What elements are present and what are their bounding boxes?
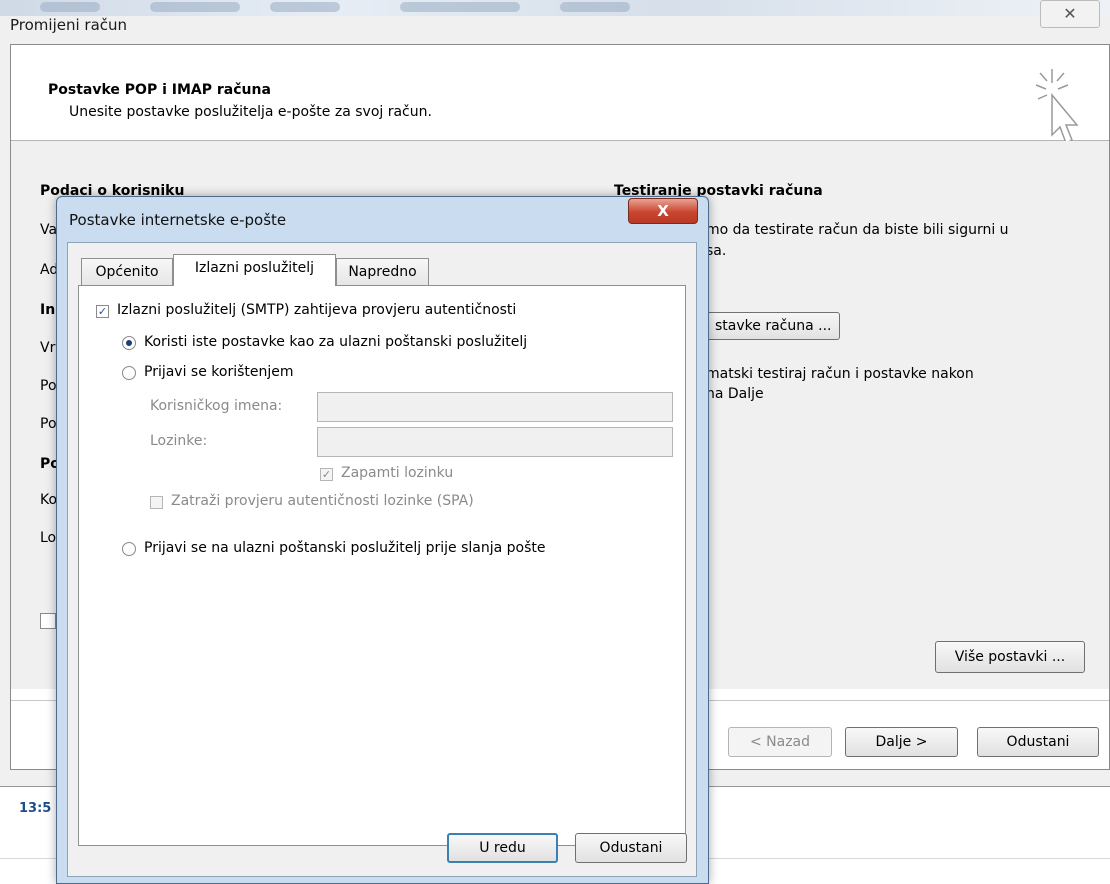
next-button[interactable]: Dalje >	[845, 727, 958, 757]
tab-general[interactable]: Općenito	[81, 258, 173, 285]
wand-cursor-icon	[1035, 69, 1079, 145]
obscured-label: Lo	[40, 530, 57, 546]
obscured-checkbox[interactable]	[40, 613, 56, 629]
more-settings-button[interactable]: Više postavki ...	[935, 641, 1085, 673]
test-account-settings-button[interactable]: stavke računa ...	[706, 312, 841, 340]
auto-test-text-line1: matski testiraj račun i postavke nakon	[706, 366, 974, 382]
same-settings-label: Koristi iste postavke kao za ulazni pošt…	[144, 334, 528, 350]
obscured-label: Po	[40, 416, 57, 432]
dialog-cancel-button[interactable]: Odustani	[575, 833, 687, 863]
username-label: Korisničkog imena:	[150, 398, 283, 414]
tab-outgoing-server[interactable]: Izlazni poslužitelj	[173, 254, 336, 286]
spa-checkbox[interactable]	[150, 496, 163, 509]
remember-password-label: Zapamti lozinku	[341, 465, 454, 481]
back-button[interactable]: < Nazad	[728, 727, 832, 757]
test-description-line1: mo da testirate račun da biste bili sigu…	[706, 222, 1009, 238]
username-field[interactable]	[317, 392, 673, 422]
obscured-label: Ko	[40, 492, 58, 508]
obscured-label: Vr	[40, 340, 56, 356]
background-taskbar-strip	[0, 0, 1110, 16]
background-blur	[270, 2, 340, 12]
password-field[interactable]	[317, 427, 673, 457]
login-before-sending-label: Prijavi se na ulazni poštanski poslužite…	[144, 540, 546, 556]
dialog-close-button[interactable]: X	[628, 198, 698, 224]
wizard-header-subtitle: Unesite postavke poslužitelja e-pošte za…	[69, 104, 432, 120]
tab-advanced[interactable]: Napredno	[336, 258, 429, 285]
timestamp: 13:5	[19, 801, 52, 816]
ok-button[interactable]: U redu	[447, 833, 558, 863]
obscured-label: Va	[40, 222, 58, 238]
same-settings-radio[interactable]	[122, 336, 136, 350]
test-description-line2: sa.	[706, 243, 727, 259]
background-blur	[150, 2, 240, 12]
wizard-header-title: Postavke POP i IMAP računa	[48, 82, 271, 98]
dialog-title: Postavke internetske e-pošte	[69, 211, 287, 229]
auto-test-text-line2: na Dalje	[706, 386, 764, 402]
obscured-label: In	[40, 302, 56, 318]
obscured-label: Po	[40, 378, 57, 394]
smtp-auth-label: Izlazni poslužitelj (SMTP) zahtijeva pro…	[117, 302, 517, 318]
password-label: Lozinke:	[150, 433, 208, 449]
background-blur	[560, 2, 630, 12]
remember-password-checkbox[interactable]: ✓	[320, 468, 333, 481]
smtp-auth-checkbox[interactable]: ✓	[96, 305, 109, 318]
login-with-radio[interactable]	[122, 366, 136, 380]
login-with-label: Prijavi se korištenjem	[144, 364, 294, 380]
spa-label: Zatraži provjeru autentičnosti lozinke (…	[171, 493, 474, 509]
close-window-button[interactable]: ✕	[1040, 0, 1100, 28]
background-blur	[40, 2, 100, 12]
background-blur	[400, 2, 520, 12]
window-title: Promijeni račun	[10, 16, 128, 34]
login-before-sending-radio[interactable]	[122, 542, 136, 556]
cancel-wizard-button[interactable]: Odustani	[977, 727, 1099, 757]
